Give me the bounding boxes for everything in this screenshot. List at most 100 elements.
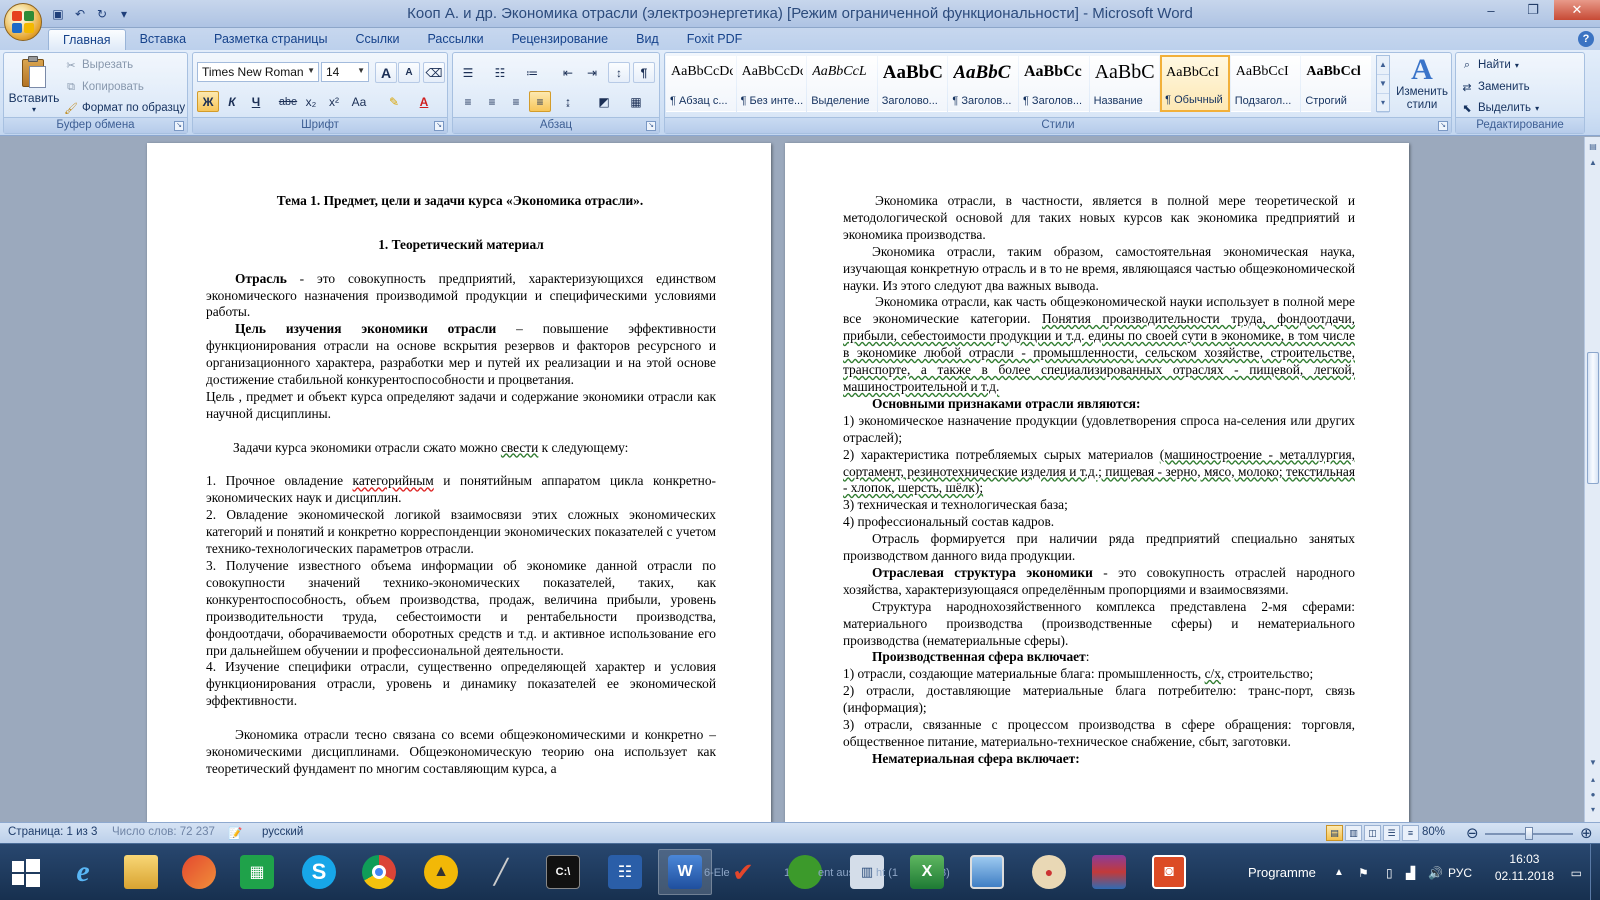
keyboard-language[interactable]: РУС [1448, 844, 1472, 900]
taskbar-ie[interactable]: e [56, 849, 110, 895]
multilevel-list-icon[interactable]: ≔ [521, 62, 543, 83]
close-button[interactable]: ✕ [1554, 0, 1600, 20]
scrollbar-thumb[interactable] [1587, 352, 1599, 484]
find-button[interactable]: ⌕ Найти ▾ [1460, 58, 1519, 72]
document-area[interactable]: Тема 1. Предмет, цели и задачи курса «Эк… [0, 137, 1584, 822]
show-formatting-marks-icon[interactable]: ¶ [633, 62, 655, 83]
tab-insert[interactable]: Вставка [126, 29, 200, 50]
taskbar-app[interactable] [960, 849, 1014, 895]
taskbar-app[interactable]: ╱ [474, 849, 528, 895]
office-button[interactable] [4, 3, 42, 41]
clear-formatting-button[interactable]: ⌫ [423, 62, 445, 83]
notification-icon[interactable]: ▭ [1571, 844, 1582, 900]
taskbar-cmd[interactable]: C:\ [536, 849, 590, 895]
style-item[interactable]: AaBbCcI Подзагол... [1230, 55, 1301, 112]
outline-icon[interactable]: ☰ [1383, 825, 1400, 841]
start-button[interactable] [6, 853, 46, 893]
zoom-slider-thumb[interactable] [1525, 827, 1533, 840]
page-count[interactable]: Страница: 1 из 3 [8, 826, 97, 838]
taskbar-explorer[interactable] [114, 849, 168, 895]
next-page-icon[interactable]: ▾ [1587, 804, 1599, 816]
replace-button[interactable]: ⇄ Заменить [1460, 80, 1529, 94]
vertical-scrollbar[interactable]: ▤ ▲ ▼ ▴ ● ▾ [1584, 137, 1600, 822]
paste-button[interactable]: Вставить ▾ [8, 55, 60, 114]
clipboard-launcher-icon[interactable]: ↘ [174, 121, 184, 131]
style-item[interactable]: AaBbCc ¶ Заголов... [1018, 55, 1089, 112]
copy-button[interactable]: ⧉ Копировать [64, 80, 144, 94]
paste-dropdown-icon[interactable]: ▾ [32, 105, 36, 114]
scroll-down-icon[interactable]: ▼ [1587, 757, 1599, 769]
superscript-button[interactable]: x² [323, 91, 345, 112]
select-button[interactable]: ⬉ Выделить ▾ [1460, 101, 1539, 115]
tab-page-layout[interactable]: Разметка страницы [200, 29, 341, 50]
styles-launcher-icon[interactable]: ↘ [1438, 121, 1448, 131]
minimize-button[interactable]: – [1470, 0, 1512, 20]
shrink-font-button[interactable]: A [398, 62, 420, 83]
zoom-out-icon[interactable]: ⊖ [1466, 824, 1479, 842]
proofing-icon[interactable]: 📝 [228, 826, 242, 840]
style-item[interactable]: AaBbC Название [1089, 55, 1160, 112]
word-count[interactable]: Число слов: 72 237 [112, 826, 215, 838]
toolbar-programme[interactable]: Programme [1248, 844, 1316, 900]
chevron-down-icon[interactable]: ▼ [1377, 75, 1389, 94]
style-item-selected[interactable]: AaBbCcI ¶ Обычный [1160, 55, 1230, 112]
help-icon[interactable]: ? [1578, 31, 1594, 47]
chevron-up-icon[interactable]: ▲ [1377, 56, 1389, 75]
grow-font-button[interactable]: A [375, 62, 397, 83]
style-item[interactable]: AaBbC ¶ Заголов... [948, 55, 1018, 112]
borders-icon[interactable]: ▦ [625, 91, 647, 112]
change-case-button[interactable]: Aa [348, 91, 370, 112]
taskbar-excel[interactable]: X [900, 849, 954, 895]
language-indicator[interactable]: русский [262, 826, 303, 838]
tab-references[interactable]: Ссылки [341, 29, 413, 50]
decrease-indent-icon[interactable]: ⇤ [557, 62, 579, 83]
sort-icon[interactable]: ↕ [608, 62, 630, 83]
battery-icon[interactable]: ▯ [1386, 844, 1393, 900]
numbering-icon[interactable]: ☷ [489, 62, 511, 83]
print-layout-icon[interactable]: ▤ [1326, 825, 1343, 841]
tray-expand-icon[interactable]: ▲ [1334, 844, 1344, 900]
cut-button[interactable]: ✂ Вырезать [64, 58, 133, 72]
font-launcher-icon[interactable]: ↘ [434, 121, 444, 131]
taskbar-app[interactable]: ◙ [1142, 849, 1196, 895]
increase-indent-icon[interactable]: ⇥ [581, 62, 603, 83]
highlight-color-icon[interactable]: ✎ [383, 91, 405, 112]
document-page-1[interactable]: Тема 1. Предмет, цели и задачи курса «Эк… [147, 143, 771, 822]
volume-icon[interactable]: 🔊 [1428, 844, 1443, 900]
font-color-icon[interactable]: A [413, 91, 435, 112]
style-item[interactable]: AaBbCcDc ¶ Без инте... [736, 55, 807, 112]
underline-button[interactable]: Ч [245, 91, 267, 112]
ruler-toggle-icon[interactable]: ▤ [1587, 141, 1599, 153]
clock[interactable]: 16:03 02.11.2018 [1495, 851, 1554, 885]
tab-review[interactable]: Рецензирование [498, 29, 623, 50]
zoom-level[interactable]: 80% [1422, 826, 1445, 838]
tab-home[interactable]: Главная [48, 29, 126, 50]
align-left-icon[interactable]: ≡ [457, 91, 479, 112]
line-spacing-icon[interactable]: ↨ [557, 91, 579, 112]
bold-button[interactable]: Ж [197, 91, 219, 112]
full-screen-reading-icon[interactable]: ▥ [1345, 825, 1362, 841]
shading-icon[interactable]: ◩ [593, 91, 615, 112]
tab-view[interactable]: Вид [622, 29, 673, 50]
format-painter-button[interactable]: 🖌 Формат по образцу [64, 101, 185, 115]
web-layout-icon[interactable]: ◫ [1364, 825, 1381, 841]
align-right-icon[interactable]: ≡ [505, 91, 527, 112]
font-name-combo[interactable]: Times New Roman ▼ [197, 62, 319, 82]
taskbar-app[interactable]: ▦ [230, 849, 284, 895]
scroll-up-icon[interactable]: ▲ [1587, 157, 1599, 169]
taskbar-app[interactable] [172, 849, 226, 895]
align-center-icon[interactable]: ≡ [481, 91, 503, 112]
font-size-combo[interactable]: 14 ▼ [321, 62, 369, 82]
taskbar-paint[interactable]: ● [1022, 849, 1076, 895]
flag-icon[interactable]: ⚑ [1358, 844, 1369, 900]
show-desktop-button[interactable] [1590, 844, 1600, 900]
taskbar-skype[interactable]: S [292, 849, 346, 895]
italic-button[interactable]: К [221, 91, 243, 112]
taskbar-app[interactable]: ☷ [598, 849, 652, 895]
document-page-2[interactable]: Экономика отрасли, в частности, является… [785, 143, 1409, 822]
taskbar-chrome[interactable] [352, 849, 406, 895]
style-item[interactable]: AaBbCcL Выделение [807, 55, 877, 112]
network-icon[interactable]: ▟ [1406, 844, 1415, 900]
taskbar-app[interactable]: ▲ [414, 849, 468, 895]
paragraph-launcher-icon[interactable]: ↘ [646, 121, 656, 131]
